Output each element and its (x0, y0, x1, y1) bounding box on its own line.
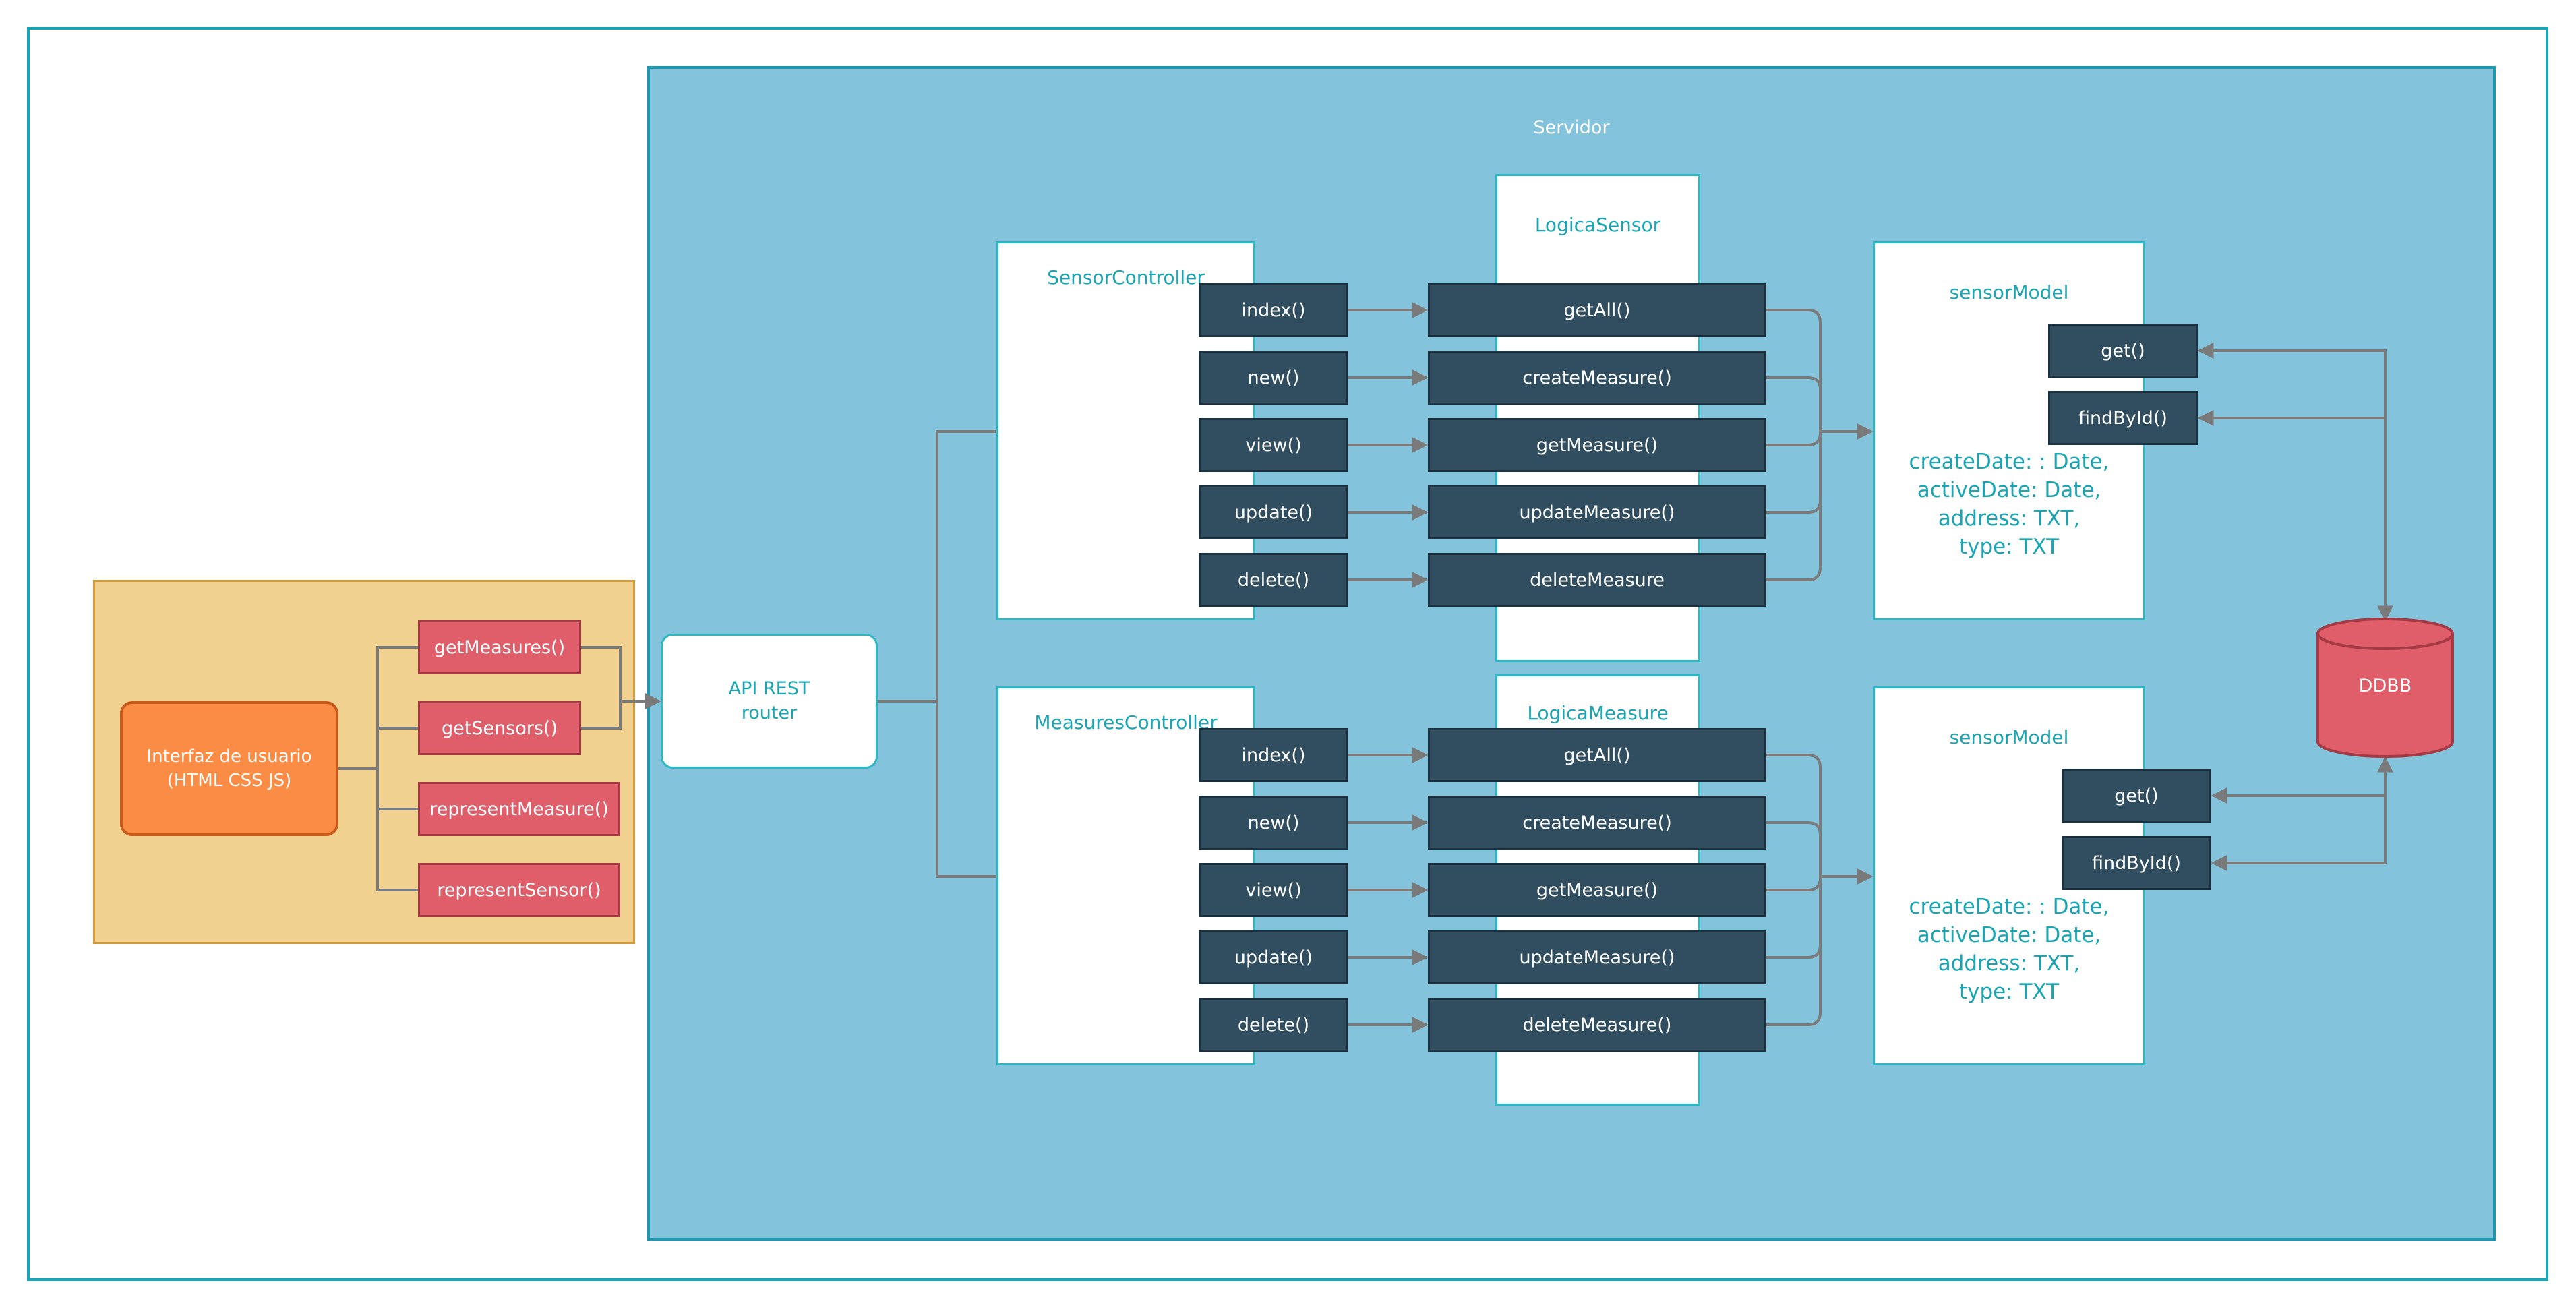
connectors-layer (338, 302, 2393, 1033)
connector (581, 646, 661, 709)
measures-controller-method: view() (1199, 863, 1348, 917)
sensor-logic-method: deleteMeasure (1428, 553, 1766, 607)
connector (338, 767, 418, 891)
measures-controller-method: new() (1199, 796, 1348, 850)
measures-logic-method: createMeasure() (1428, 796, 1766, 850)
connector (1766, 432, 1822, 446)
connector (1766, 309, 1822, 432)
connector (1766, 876, 1822, 891)
sensor-logic-method: getMeasure() (1428, 418, 1766, 472)
sensor-logic-method: updateMeasure() (1428, 485, 1766, 539)
connector (338, 727, 418, 770)
database-label: DDBB (2358, 676, 2412, 696)
measures-logic-method: updateMeasure() (1428, 930, 1766, 984)
measures-logic-method: getAll() (1428, 728, 1766, 782)
connector (1766, 876, 1822, 1026)
sensor-controller-method: delete() (1199, 553, 1348, 607)
connector (1766, 376, 1822, 432)
connector (2211, 756, 2393, 804)
model-top-method-find-by-id: findById() (2048, 391, 2198, 445)
connector (878, 700, 996, 878)
measures-logic-method: deleteMeasure() (1428, 998, 1766, 1052)
sensor-logic-method: getAll() (1428, 283, 1766, 337)
connector (2197, 343, 2393, 622)
connector (1766, 821, 1822, 876)
model-bottom-method-find-by-id: findById() (2062, 836, 2211, 890)
sensor-logic-method: createMeasure() (1428, 351, 1766, 405)
connector (1766, 754, 1822, 876)
model-top-method-get: get() (2048, 324, 2198, 378)
measures-logic-method: getMeasure() (1428, 863, 1766, 917)
sensor-controller-method: new() (1199, 351, 1348, 405)
connector (878, 430, 996, 703)
model-bottom-method-get: get() (2062, 769, 2211, 823)
measures-controller-method: index() (1199, 728, 1348, 782)
sensor-controller-method: update() (1199, 485, 1348, 539)
architecture-diagram: Servidor Interfaz de usuario (HTML CSS JS… (0, 0, 2576, 1308)
connector (2197, 410, 2387, 620)
connector (1766, 432, 1822, 581)
connector (2211, 758, 2387, 871)
connector (581, 693, 661, 730)
measures-controller-method: update() (1199, 930, 1348, 984)
sensor-controller-method: index() (1199, 283, 1348, 337)
measures-controller-method: delete() (1199, 998, 1348, 1052)
sensor-controller-method: view() (1199, 418, 1348, 472)
